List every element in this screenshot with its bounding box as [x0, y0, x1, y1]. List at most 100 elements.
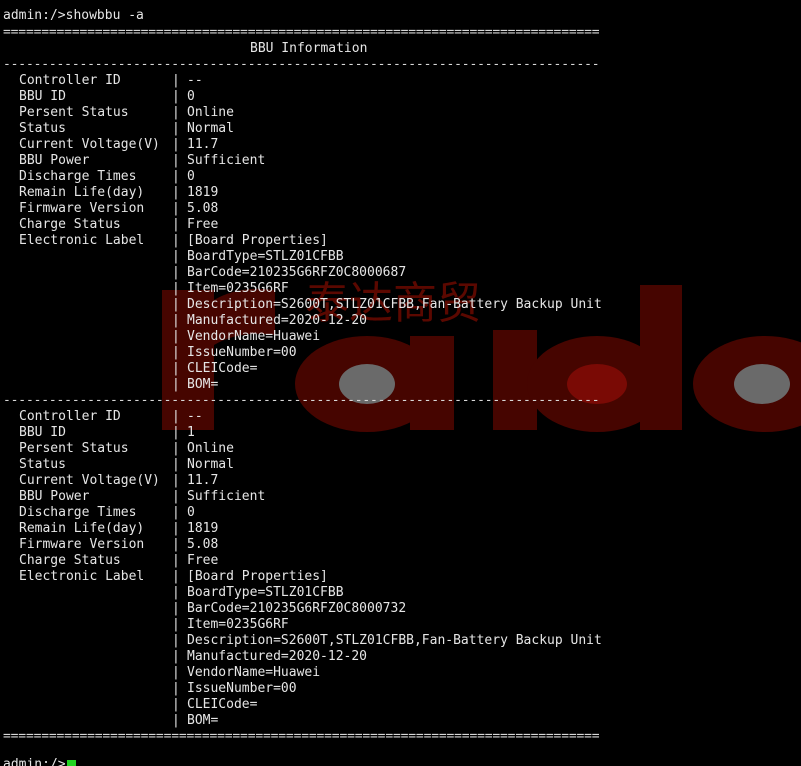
field-key: Persent Status: [19, 105, 129, 120]
separator-double: ========================================…: [3, 25, 600, 40]
label-line-value: BoardType=STLZ01CFBB: [187, 585, 344, 600]
bbu-field-row: Discharge Times | 0: [0, 505, 801, 521]
field-value: 11.7: [187, 137, 219, 152]
electronic-label-line: | CLEICode=: [0, 361, 801, 377]
column-separator: |: [172, 681, 180, 696]
electronic-label-line: | VendorName=Huawei: [0, 329, 801, 345]
bbu-field-row: Current Voltage(V) | 11.7: [0, 473, 801, 489]
column-separator: |: [172, 185, 180, 200]
label-line-value: Item=0235G6RF: [187, 617, 289, 632]
field-key: BBU ID: [19, 425, 66, 440]
field-key: Controller ID: [19, 73, 121, 88]
label-line-value: BOM=: [187, 377, 219, 392]
terminal-cursor[interactable]: [67, 760, 76, 766]
label-line-value: Manufactured=2020-12-20: [187, 649, 368, 664]
field-value: 0: [187, 505, 195, 520]
bbu-field-row: Remain Life(day) | 1819: [0, 185, 801, 201]
label-line-value: Description=S2600T,STLZ01CFBB,Fan-Batter…: [187, 297, 602, 312]
electronic-label-line: | Manufactured=2020-12-20: [0, 649, 801, 665]
bbu-field-row: Discharge Times | 0: [0, 169, 801, 185]
bbu-field-row: Current Voltage(V) | 11.7: [0, 137, 801, 153]
field-key: Status: [19, 121, 66, 136]
field-value: Online: [187, 105, 234, 120]
field-key: Discharge Times: [19, 169, 137, 184]
field-value: Free: [187, 553, 219, 568]
electronic-label-line: | BOM=: [0, 713, 801, 729]
field-value: Sufficient: [187, 489, 266, 504]
column-separator: |: [172, 697, 180, 712]
field-key: Remain Life(day): [19, 185, 145, 200]
field-key: Firmware Version: [19, 537, 145, 552]
field-key: BBU Power: [19, 153, 90, 168]
bbu-field-row: Controller ID | --: [0, 409, 801, 425]
label-line-value: IssueNumber=00: [187, 681, 297, 696]
column-separator: |: [172, 281, 180, 296]
column-separator: |: [172, 361, 180, 376]
field-key: Charge Status: [19, 217, 121, 232]
field-key: Current Voltage(V): [19, 473, 160, 488]
separator-single: ----------------------------------------…: [3, 393, 600, 408]
field-key: Current Voltage(V): [19, 137, 160, 152]
column-separator: |: [172, 201, 180, 216]
label-line-value: BOM=: [187, 713, 219, 728]
label-line-value: CLEICode=: [187, 361, 258, 376]
terminal-window[interactable]: 泰达商贸 admin:/>showbbu -a ================…: [0, 0, 801, 766]
bbu-field-row: Firmware Version | 5.08: [0, 201, 801, 217]
prompt: admin:/>: [3, 757, 66, 766]
column-separator: |: [172, 169, 180, 184]
electronic-label-line: | Description=S2600T,STLZ01CFBB,Fan-Batte…: [0, 633, 801, 649]
column-separator: |: [172, 473, 180, 488]
label-line-value: VendorName=Huawei: [187, 329, 321, 344]
bbu-field-row: Persent Status | Online: [0, 105, 801, 121]
bbu-field-row: Status | Normal: [0, 457, 801, 473]
bbu-field-row: Charge Status | Free: [0, 553, 801, 569]
electronic-label-line: | BoardType=STLZ01CFBB: [0, 585, 801, 601]
column-separator: |: [172, 345, 180, 360]
command-line: admin:/>showbbu -a: [3, 8, 144, 23]
electronic-label-line: | VendorName=Huawei: [0, 665, 801, 681]
field-key: Electronic Label: [19, 233, 145, 248]
separator-single: ----------------------------------------…: [3, 57, 600, 72]
bbu-field-row: Persent Status | Online: [0, 441, 801, 457]
column-separator: |: [172, 537, 180, 552]
field-key: Status: [19, 457, 66, 472]
field-key: Controller ID: [19, 409, 121, 424]
bbu-field-row: Charge Status | Free: [0, 217, 801, 233]
electronic-label-line: | IssueNumber=00: [0, 681, 801, 697]
section-title: BBU Information: [250, 41, 368, 56]
field-value: 0: [187, 169, 195, 184]
column-separator: |: [172, 297, 180, 312]
label-line-value: Description=S2600T,STLZ01CFBB,Fan-Batter…: [187, 633, 602, 648]
column-separator: |: [172, 377, 180, 392]
field-value: 1819: [187, 185, 219, 200]
column-separator: |: [172, 265, 180, 280]
column-separator: |: [172, 329, 180, 344]
electronic-label-line: | CLEICode=: [0, 697, 801, 713]
column-separator: |: [172, 665, 180, 680]
bbu-field-row: BBU ID | 0: [0, 89, 801, 105]
field-value: 0: [187, 89, 195, 104]
field-key: Electronic Label: [19, 569, 145, 584]
field-value: [Board Properties]: [187, 233, 328, 248]
field-key: BBU Power: [19, 489, 90, 504]
field-key: Persent Status: [19, 441, 129, 456]
electronic-label-line: | BarCode=210235G6RFZ0C8000687: [0, 265, 801, 281]
column-separator: |: [172, 569, 180, 584]
column-separator: |: [172, 505, 180, 520]
field-value: Online: [187, 441, 234, 456]
column-separator: |: [172, 137, 180, 152]
label-line-value: BarCode=210235G6RFZ0C8000732: [187, 601, 407, 616]
field-value: Sufficient: [187, 153, 266, 168]
field-value: 1819: [187, 521, 219, 536]
column-separator: |: [172, 521, 180, 536]
bbu-field-row: Remain Life(day) | 1819: [0, 521, 801, 537]
electronic-label-line: | IssueNumber=00: [0, 345, 801, 361]
bbu-field-row: Electronic Label | [Board Properties]: [0, 569, 801, 585]
column-separator: |: [172, 249, 180, 264]
column-separator: |: [172, 153, 180, 168]
bbu-field-row: Firmware Version | 5.08: [0, 537, 801, 553]
field-value: 5.08: [187, 537, 219, 552]
field-value: --: [187, 409, 203, 424]
column-separator: |: [172, 633, 180, 648]
bbu-field-row: Controller ID | --: [0, 73, 801, 89]
